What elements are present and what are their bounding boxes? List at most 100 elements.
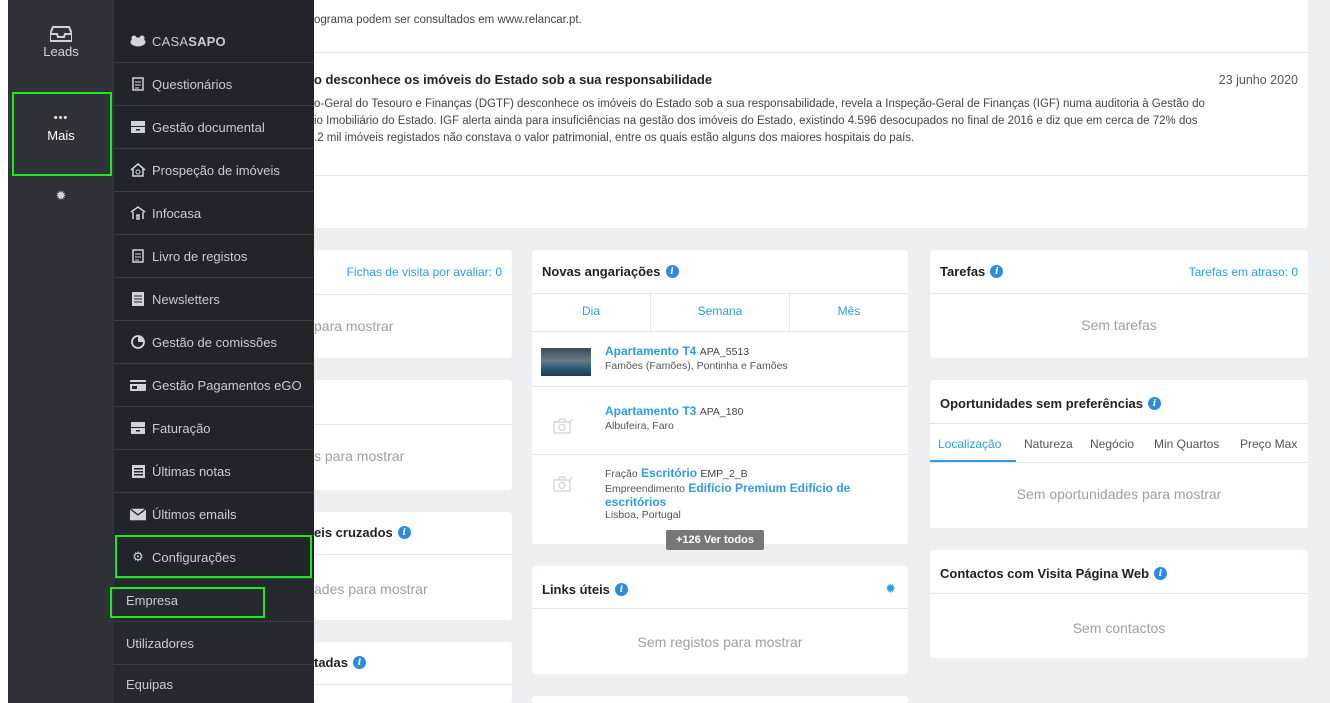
- info-icon[interactable]: i: [990, 265, 1004, 278]
- info-icon[interactable]: i: [614, 583, 628, 596]
- property-thumbnail[interactable]: [541, 348, 591, 376]
- house-search-icon: [130, 163, 146, 177]
- menu-item-ultimas-notas[interactable]: Últimas notas: [114, 450, 314, 493]
- divider: [314, 424, 512, 425]
- more-menu: CASASAPO Questionários Gestão documental…: [110, 0, 314, 703]
- house-icon: [130, 206, 146, 220]
- menu-item-comissoes[interactable]: Gestão de comissões: [114, 321, 314, 364]
- menu-label: Gestão Pagamentos eGO: [152, 377, 302, 393]
- menu-label: Últimos emails: [152, 506, 237, 522]
- info-icon[interactable]: i: [352, 656, 366, 669]
- document-icon: [130, 77, 146, 91]
- mail-icon: [130, 507, 146, 521]
- info-icon[interactable]: i: [1154, 567, 1168, 580]
- no-photo-icon: [553, 418, 573, 434]
- oportunidades-card: Oportunidades sem preferências i Localiza…: [930, 380, 1308, 528]
- rail-item-settings[interactable]: ✹: [8, 188, 114, 204]
- visits-pending-link[interactable]: Fichas de visita por avaliar: 0: [347, 265, 502, 279]
- gear-icon[interactable]: ✹: [885, 581, 896, 597]
- property-location: Famões (Famões), Pontinha e Famões: [605, 360, 788, 372]
- highlight-box-configuracoes: [115, 535, 312, 578]
- pie-chart-icon: [130, 335, 146, 349]
- tab-mes[interactable]: Mês: [790, 304, 908, 318]
- divider: [314, 294, 512, 295]
- info-icon[interactable]: i: [1148, 397, 1162, 410]
- empty-message: Sem oportunidades para mostrar: [1016, 486, 1222, 502]
- property-code: APA_5513: [699, 346, 750, 358]
- news-title[interactable]: o desconhece os imóveis do Estado sob a …: [314, 72, 712, 87]
- tab-preco-max[interactable]: Preço Max: [1240, 437, 1297, 451]
- tarefas-card: Tarefas i Tarefas em atraso: 0 Sem tarefa…: [930, 250, 1308, 358]
- info-icon[interactable]: i: [665, 265, 679, 278]
- menu-item-pagamentos-ego[interactable]: Gestão Pagamentos eGO: [114, 364, 314, 407]
- divider: [532, 331, 908, 332]
- submenu-item-equipas[interactable]: Equipas: [114, 665, 314, 703]
- menu-item-livro-registos[interactable]: Livro de registos: [114, 235, 314, 278]
- news-body-line: o-Geral do Tesouro e Finanças (DGTF) des…: [314, 98, 1205, 110]
- divider: [532, 386, 908, 387]
- view-all-button[interactable]: +126 Ver todos: [666, 530, 764, 550]
- menu-item-infocasa[interactable]: Infocasa: [114, 192, 314, 235]
- card-icon: [130, 378, 146, 392]
- tab-semana[interactable]: Semana: [651, 304, 789, 318]
- info-icon[interactable]: i: [397, 526, 411, 539]
- empty-message: s para mostrar: [314, 448, 405, 464]
- menu-item-casasapo[interactable]: CASASAPO: [114, 20, 314, 63]
- property-type[interactable]: Apartamento T4: [605, 344, 696, 358]
- development-name[interactable]: Edifício Premium Edifício de: [688, 481, 850, 495]
- tab-dia[interactable]: Dia: [532, 304, 650, 318]
- drawer-icon: [130, 120, 146, 134]
- overdue-tasks-link[interactable]: Tarefas em atraso: 0: [1189, 265, 1298, 279]
- cross-card: eis cruzados i ades para mostrar: [314, 512, 512, 620]
- property-item[interactable]: Apartamento T3 APA_180 Albufeira, Faro: [605, 404, 743, 432]
- property-location: Lisboa, Portugal: [605, 509, 681, 521]
- divider: [314, 684, 512, 685]
- tab-negocio[interactable]: Negócio: [1090, 437, 1134, 451]
- news-top-text: ograma podem ser consultados em www.rela…: [314, 14, 582, 26]
- property-item[interactable]: Apartamento T4 APA_5513 Famões (Famões),…: [605, 344, 788, 372]
- tab-min-quartos[interactable]: Min Quartos: [1154, 437, 1219, 451]
- empty-message: Sem tarefas: [1081, 317, 1157, 333]
- tab-localizacao[interactable]: Localização: [938, 437, 1001, 451]
- newspaper-icon: [130, 292, 146, 306]
- links-card: Links úteis i ✹ Sem registos para mostrar: [532, 566, 908, 674]
- card-title-text: Novas angariações: [542, 264, 661, 279]
- menu-label: Questionários: [152, 76, 233, 92]
- property-prefix: Fração: [605, 468, 638, 480]
- menu-label: Infocasa: [152, 205, 202, 221]
- property-type[interactable]: Apartamento T3: [605, 404, 696, 418]
- empty-message: ades para mostrar: [314, 581, 428, 597]
- col1-card-2: s para mostrar: [314, 380, 512, 490]
- submenu-item-utilizadores[interactable]: Utilizadores: [114, 622, 314, 665]
- property-item[interactable]: Fração Escritório EMP_2_B Empreendimento…: [605, 466, 895, 521]
- tab-natureza[interactable]: Natureza: [1024, 437, 1073, 451]
- card-title: Novas angariações i: [542, 264, 679, 279]
- document-icon: [130, 249, 146, 263]
- menu-item-prospecao[interactable]: Prospeção de imóveis: [114, 149, 314, 192]
- property-code: APA_180: [699, 406, 744, 418]
- menu-label: Gestão de comissões: [152, 334, 278, 350]
- empty-message: para mostrar: [314, 318, 394, 334]
- menu-label: Últimas notas: [152, 463, 231, 479]
- divider: [314, 175, 1308, 176]
- menu-item-gestao-documental[interactable]: Gestão documental: [114, 106, 314, 149]
- news-body-line: io Imobiliário do Estado. IGF alerta ain…: [314, 115, 1198, 127]
- rail-item-leads[interactable]: Leads: [8, 26, 114, 59]
- menu-item-newsletters[interactable]: Newsletters: [114, 278, 314, 321]
- submenu-label: Equipas: [126, 676, 173, 692]
- menu-item-faturacao[interactable]: Faturação: [114, 407, 314, 450]
- development-name-cont[interactable]: escritórios: [605, 495, 895, 509]
- empty-message: Sem registos para mostrar: [637, 634, 803, 650]
- menu-item-ultimos-emails[interactable]: Últimos emails: [114, 493, 314, 536]
- card-title: Links úteis i: [542, 582, 628, 597]
- rail-leads-label: Leads: [43, 44, 79, 59]
- card-title: tadas i: [314, 655, 366, 670]
- main-content: ograma podem ser consultados em www.rela…: [314, 0, 1330, 703]
- contactos-card: Contactos com Visita Página Web i Sem con…: [930, 550, 1308, 658]
- brand-suffix: SAPO: [188, 33, 226, 49]
- news-date: 23 junho 2020: [1218, 73, 1298, 87]
- menu-item-questionarios[interactable]: Questionários: [114, 63, 314, 106]
- drawer-icon: [130, 421, 146, 435]
- divider: [314, 554, 512, 555]
- property-type[interactable]: Escritório: [641, 466, 697, 480]
